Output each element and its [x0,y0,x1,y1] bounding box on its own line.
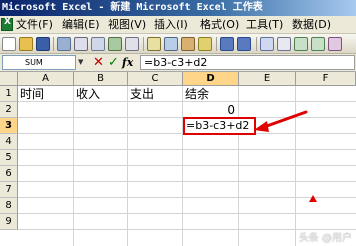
paste-icon[interactable] [181,37,195,51]
name-box[interactable]: SUM [2,55,76,70]
gridline [238,86,239,246]
gridline [73,86,74,246]
window-title: Microsoft Excel - 新建 Microsoft Excel 工作表 [2,2,263,13]
select-all-corner[interactable] [0,72,18,86]
open-folder-icon[interactable] [19,37,33,51]
gridline [18,181,356,182]
row-header-2[interactable]: 2 [0,102,18,118]
excel-app-icon[interactable] [1,17,13,31]
gridline [18,165,356,166]
cell-d1[interactable]: 结余 [183,86,238,102]
gridline [18,213,356,214]
cut-icon[interactable] [147,37,161,51]
autosum-icon[interactable] [277,37,291,51]
toolbar-separator [256,37,257,51]
toolbar-separator [143,37,144,51]
name-box-value: SUM [25,58,43,67]
column-header-a[interactable]: A [18,72,74,86]
row-header-3[interactable]: 3 [0,118,18,134]
standard-toolbar [0,34,356,54]
toolbar-separator [53,37,54,51]
sort-descending-icon[interactable] [311,37,325,51]
gridline [127,86,128,246]
cell-d3-editor[interactable]: =b3-c3+d2 [185,119,254,133]
row-header-4[interactable]: 4 [0,134,18,150]
toolbar-separator [216,37,217,51]
chart-wizard-icon[interactable] [328,37,342,51]
formula-content: =b3-c3+d2 [144,56,208,69]
insert-function-icon[interactable]: fx [122,55,133,71]
row-header-5[interactable]: 5 [0,150,18,166]
cell-d2[interactable]: 0 [183,102,238,118]
row-header-8[interactable]: 8 [0,198,18,214]
permission-icon[interactable] [57,37,71,51]
formula-bar: SUM ▼ ✕ ✓ fx =b3-c3+d2 [0,54,356,72]
window-title-bar: Microsoft Excel - 新建 Microsoft Excel 工作表 [0,0,356,16]
watermark: 头条 @用户 [298,233,352,244]
menu-bar: 文件(F) 编辑(E) 视图(V) 插入(I) 格式(O) 工具(T) 数据(D… [0,16,356,34]
column-header-d[interactable]: D [183,72,239,86]
enter-icon[interactable]: ✓ [108,55,119,71]
menu-data[interactable]: 数据(D) [292,16,331,34]
chevron-down-icon[interactable]: ▼ [78,56,87,69]
column-header-e[interactable]: E [239,72,296,86]
worksheet-grid[interactable]: A B C D E F 1 2 3 4 5 6 7 8 9 时间 收入 支出 结… [0,72,356,246]
undo-icon[interactable] [220,37,234,51]
formula-input[interactable]: =b3-c3+d2 [140,55,355,70]
menu-edit[interactable]: 编辑(E) [62,16,100,34]
save-icon[interactable] [36,37,50,51]
annotation-arrow-icon [254,110,308,132]
menu-file[interactable]: 文件(F) [16,16,53,34]
new-document-icon[interactable] [2,37,16,51]
redo-icon[interactable] [237,37,251,51]
print-preview-icon[interactable] [91,37,105,51]
menu-tools[interactable]: 工具(T) [246,16,283,34]
cell-b1[interactable]: 收入 [74,86,127,102]
row-header-7[interactable]: 7 [0,182,18,198]
column-header-c[interactable]: C [128,72,183,86]
column-header-b[interactable]: B [74,72,128,86]
row-header-1[interactable]: 1 [0,86,18,102]
red-triangle-marker [309,195,317,202]
hyperlink-icon[interactable] [260,37,274,51]
cancel-icon[interactable]: ✕ [93,55,104,71]
cell-a1[interactable]: 时间 [18,86,73,102]
column-header-f[interactable]: F [296,72,356,86]
gridline [18,197,356,198]
spelling-icon[interactable] [108,37,122,51]
row-header-6[interactable]: 6 [0,166,18,182]
print-icon[interactable] [74,37,88,51]
row-header-9[interactable]: 9 [0,214,18,230]
menu-view[interactable]: 视图(V) [108,16,146,34]
gridline [18,149,356,150]
menu-format[interactable]: 格式(O) [200,16,239,34]
cell-c1[interactable]: 支出 [128,86,182,102]
menu-insert[interactable]: 插入(I) [154,16,188,34]
research-icon[interactable] [125,37,139,51]
format-painter-icon[interactable] [198,37,212,51]
copy-icon[interactable] [164,37,178,51]
sort-ascending-icon[interactable] [294,37,308,51]
